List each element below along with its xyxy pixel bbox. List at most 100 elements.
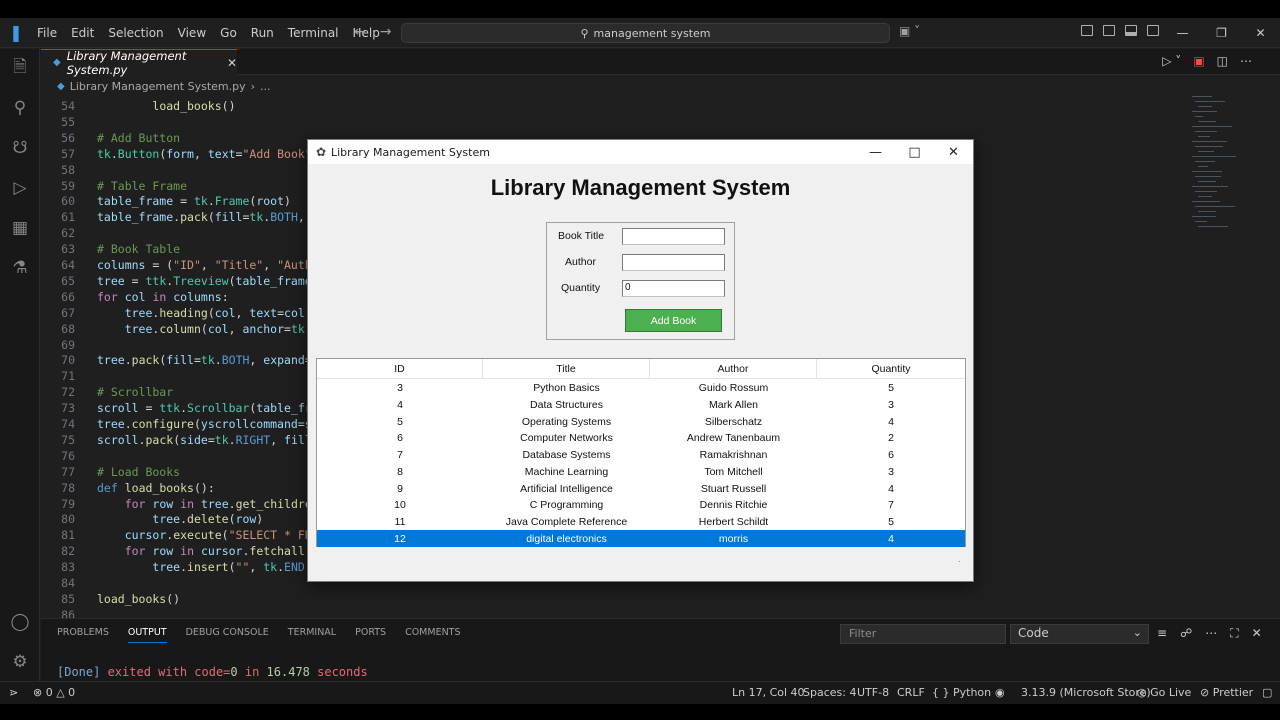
- line-ending[interactable]: CRLF: [897, 686, 925, 699]
- column-header-id[interactable]: ID: [317, 359, 483, 379]
- minimap[interactable]: [1192, 96, 1264, 246]
- remote-icon[interactable]: ⋗: [9, 686, 18, 699]
- explorer-icon[interactable]: 🗎: [9, 57, 31, 79]
- run-debug-icon[interactable]: ▷: [9, 177, 31, 199]
- tab-terminal[interactable]: TERMINAL: [288, 627, 336, 643]
- cursor-position[interactable]: Ln 17, Col 40: [732, 686, 805, 699]
- line-code: for col in columns:: [97, 289, 229, 304]
- minimap-line: [1195, 161, 1215, 162]
- table-row[interactable]: 11 Java Complete Reference Herbert Schildt…: [317, 514, 965, 531]
- prettier-status[interactable]: ⊘ Prettier: [1200, 686, 1253, 699]
- feather-icon: ✿: [315, 145, 327, 159]
- settings-icon[interactable]: ⚙: [9, 651, 31, 673]
- more-actions-icon[interactable]: ⋯: [1205, 626, 1217, 641]
- warning-count: 0: [68, 686, 76, 699]
- code-line[interactable]: 85 load_books(): [41, 591, 1181, 607]
- tab-debug-console[interactable]: DEBUG CONSOLE: [186, 627, 269, 643]
- table-cell: Stuart Russell: [700, 482, 767, 495]
- account-icon[interactable]: ◯: [9, 611, 31, 633]
- table-cell: 12: [394, 532, 406, 545]
- restore-icon[interactable]: ❐: [1202, 18, 1241, 48]
- forward-arrow-icon[interactable]: →: [380, 24, 392, 40]
- minimap-line: [1198, 151, 1214, 152]
- close-panel-icon[interactable]: ✕: [1252, 626, 1262, 641]
- quantity-input[interactable]: 0: [622, 280, 725, 297]
- table-row[interactable]: 5 Operating Systems Silberschatz 4: [317, 413, 965, 430]
- author-input[interactable]: [622, 254, 725, 271]
- menu-view[interactable]: View: [171, 23, 213, 43]
- table-row[interactable]: 6 Computer Networks Andrew Tanenbaum 2: [317, 430, 965, 447]
- output-filter-input[interactable]: Filter: [840, 624, 1006, 644]
- search-icon: ⚲: [580, 26, 589, 40]
- toggle-panel-icon[interactable]: [1125, 25, 1137, 36]
- go-live-button[interactable]: ◎ Go Live: [1137, 686, 1191, 699]
- copilot-icon[interactable]: ▣ ˅: [899, 24, 920, 38]
- language-mode[interactable]: { } Python: [932, 686, 991, 699]
- source-control-icon[interactable]: ☋: [9, 137, 31, 159]
- tab-output[interactable]: OUTPUT: [127, 627, 167, 643]
- close-icon[interactable]: ✕: [1241, 18, 1280, 48]
- minimize-icon[interactable]: —: [1163, 18, 1202, 48]
- more-actions-icon[interactable]: ⋯: [1240, 54, 1252, 68]
- menu-terminal[interactable]: Terminal: [281, 23, 346, 43]
- table-row[interactable]: 3 Python Basics Guido Rossum 5: [317, 380, 965, 397]
- table-row[interactable]: 10 C Programming Dennis Ritchie 7: [317, 497, 965, 514]
- resize-grip[interactable]: .: [958, 555, 961, 564]
- problems-status[interactable]: ⊗ 0 △ 0: [33, 686, 75, 699]
- run-file-icon[interactable]: ▷ ˅: [1162, 54, 1181, 68]
- tk-close-icon[interactable]: ✕: [934, 140, 973, 164]
- copilot-status-icon[interactable]: ◉: [995, 686, 1005, 699]
- editor-tab[interactable]: ◆ Library Management System.py ✕: [41, 49, 237, 77]
- stop-icon[interactable]: ▣: [1193, 54, 1204, 68]
- list-filter-icon[interactable]: ≡: [1157, 626, 1167, 641]
- code-line[interactable]: 54 load_books(): [41, 98, 1181, 114]
- toggle-secondary-sidebar-icon[interactable]: [1147, 25, 1159, 36]
- python-interpreter[interactable]: 3.13.9 (Microsoft Store): [1021, 686, 1151, 699]
- menu-edit[interactable]: Edit: [64, 23, 101, 43]
- code-line[interactable]: 55: [41, 114, 1181, 130]
- column-header-quantity[interactable]: Quantity: [817, 359, 965, 379]
- menu-selection[interactable]: Selection: [101, 23, 170, 43]
- toggle-sidebar-icon[interactable]: [1103, 25, 1115, 36]
- customize-layout-icon[interactable]: [1081, 25, 1093, 36]
- indentation[interactable]: Spaces: 4: [803, 686, 856, 699]
- split-editor-icon[interactable]: ◫: [1217, 54, 1228, 68]
- tab-close-icon[interactable]: ✕: [227, 56, 237, 70]
- minimap-line: [1192, 186, 1228, 187]
- output-channel-select[interactable]: Code ⌄: [1010, 624, 1149, 644]
- menu-run[interactable]: Run: [244, 23, 281, 43]
- tab-problems[interactable]: PROBLEMS: [57, 627, 109, 643]
- column-header-title[interactable]: Title: [483, 359, 650, 379]
- testing-icon[interactable]: ⚗: [9, 257, 31, 279]
- maximize-panel-icon[interactable]: ⛶: [1230, 626, 1238, 641]
- tab-comments[interactable]: COMMENTS: [405, 627, 460, 643]
- table-row[interactable]: 7 Database Systems Ramakrishnan 6: [317, 447, 965, 464]
- line-number: 85: [61, 591, 75, 606]
- encoding[interactable]: UTF-8: [857, 686, 889, 699]
- table-row[interactable]: 4 Data Structures Mark Allen 3: [317, 397, 965, 414]
- table-row[interactable]: 8 Machine Learning Tom Mitchell 3: [317, 464, 965, 481]
- minimap-line: [1192, 201, 1220, 202]
- add-book-button[interactable]: Add Book: [625, 309, 722, 332]
- chevron-down-icon: ⌄: [1132, 626, 1142, 639]
- tab-ports[interactable]: PORTS: [355, 627, 386, 643]
- line-code: def load_books():: [97, 480, 215, 495]
- search-icon[interactable]: ⚲: [9, 97, 31, 119]
- tk-minimize-icon[interactable]: —: [856, 140, 895, 164]
- menu-go[interactable]: Go: [213, 23, 244, 43]
- extensions-icon[interactable]: ▦: [9, 217, 31, 239]
- line-code: scroll = ttk.Scrollbar(table_fram: [97, 401, 326, 416]
- column-header-author[interactable]: Author: [650, 359, 817, 379]
- code-line[interactable]: 86: [41, 607, 1181, 618]
- notifications-icon[interactable]: ▢: [1262, 686, 1272, 699]
- menu-file[interactable]: File: [30, 23, 64, 43]
- table-row[interactable]: 9 Artificial Intelligence Stuart Russell 4: [317, 480, 965, 497]
- command-center-search[interactable]: ⚲ management system: [401, 23, 890, 43]
- books-table[interactable]: ID Title Author Quantity 3 Python Basics G…: [316, 358, 966, 547]
- line-number: 69: [61, 337, 75, 352]
- tk-maximize-icon[interactable]: □: [895, 140, 934, 164]
- lock-icon[interactable]: ☍: [1180, 626, 1192, 641]
- back-arrow-icon[interactable]: ←: [354, 24, 366, 40]
- book-title-input[interactable]: [622, 228, 725, 245]
- table-row[interactable]: 12 digital electronics morris 4: [317, 530, 965, 547]
